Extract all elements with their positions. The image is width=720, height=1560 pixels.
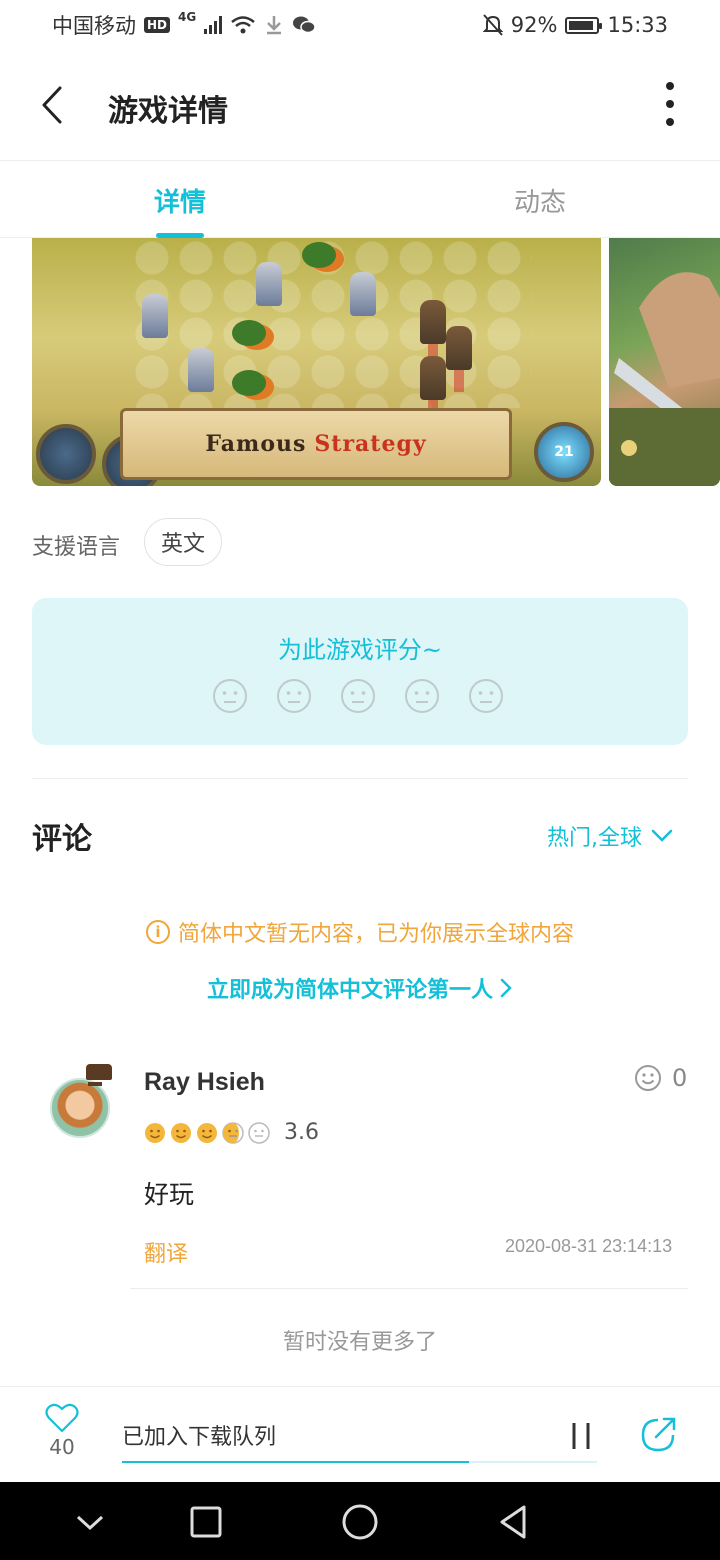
turn-counter-badge: 21 bbox=[534, 422, 594, 482]
hd-badge: HD bbox=[144, 17, 171, 33]
app-bar: 游戏详情 bbox=[0, 50, 720, 160]
tab-activity[interactable]: 动态 bbox=[440, 161, 640, 239]
favorite-count: 40 bbox=[49, 1435, 75, 1459]
carrier-name: 中国移动 bbox=[52, 14, 136, 38]
rating-face-empty-icon bbox=[248, 1121, 270, 1144]
enemy-unit bbox=[420, 356, 446, 400]
rate-game-title: 为此游戏评分~ bbox=[277, 636, 443, 664]
no-more-text: 暂时没有更多了 bbox=[282, 1330, 437, 1355]
rating-face-full-icon bbox=[145, 1122, 165, 1143]
be-first-commenter-link[interactable]: 立即成为简体中文评论第一人 bbox=[0, 972, 720, 1004]
rate-face-2-icon[interactable] bbox=[276, 678, 312, 714]
comment-like-button[interactable]: 0 bbox=[634, 1064, 687, 1092]
bush bbox=[302, 242, 336, 268]
enemy-unit bbox=[420, 300, 446, 344]
status-left: 中国移动 HD 4G bbox=[52, 10, 316, 40]
rate-face-4-icon[interactable] bbox=[404, 678, 440, 714]
rate-face-1-icon[interactable] bbox=[212, 678, 248, 714]
knight-unit bbox=[256, 262, 282, 306]
chevron-right-icon bbox=[500, 978, 512, 998]
nav-home-icon[interactable] bbox=[340, 1502, 380, 1542]
tab-bar: 详情 动态 bbox=[0, 160, 720, 238]
wifi-icon bbox=[231, 16, 256, 34]
comment-divider bbox=[130, 1288, 688, 1289]
rate-faces bbox=[212, 678, 504, 714]
rate-face-3-icon[interactable] bbox=[340, 678, 376, 714]
clock-time: 15:33 bbox=[607, 13, 668, 37]
pause-icon[interactable] bbox=[566, 1421, 596, 1451]
download-progress-fill bbox=[122, 1461, 469, 1463]
mute-bell-icon bbox=[482, 14, 503, 36]
bush bbox=[232, 370, 266, 396]
language-label: 支援语言 bbox=[32, 535, 121, 560]
info-icon: i bbox=[145, 920, 170, 944]
language-chip: 英文 bbox=[144, 518, 223, 566]
tab-details[interactable]: 详情 bbox=[80, 161, 280, 239]
nav-collapse-icon[interactable] bbox=[70, 1502, 110, 1542]
nav-recents-icon[interactable] bbox=[186, 1502, 226, 1542]
status-right: 92% 15:33 bbox=[482, 13, 668, 37]
status-bar: 中国移动 HD 4G 92% 15:33 bbox=[0, 0, 720, 50]
rate-game-card: 为此游戏评分~ bbox=[32, 598, 688, 745]
enemy-unit bbox=[446, 326, 472, 370]
rating-face-full-icon bbox=[171, 1122, 191, 1143]
smile-icon bbox=[635, 1065, 661, 1091]
banner-word-famous: Famous bbox=[205, 431, 307, 457]
avatar-image bbox=[50, 1078, 110, 1138]
more-vertical-icon[interactable] bbox=[654, 78, 686, 130]
share-icon[interactable] bbox=[638, 1415, 678, 1455]
wechat-icon bbox=[293, 16, 316, 34]
comments-filter-dropdown[interactable]: 热门,全球 bbox=[547, 820, 674, 852]
download-status-text: 已加入下载队列 bbox=[122, 1425, 277, 1450]
rating-face-full-icon bbox=[197, 1122, 217, 1143]
comment-text: 好玩 bbox=[144, 1180, 195, 1209]
comment-author[interactable]: Ray Hsieh bbox=[144, 1068, 265, 1097]
avatar-hat bbox=[86, 1064, 112, 1080]
comments-title: 评论 bbox=[32, 822, 92, 857]
first-link-label: 立即成为简体中文评论第一人 bbox=[206, 978, 493, 1003]
battery-icon bbox=[565, 16, 603, 34]
chevron-left-icon[interactable] bbox=[36, 80, 76, 130]
comment-rating-value: 3.6 bbox=[284, 1120, 319, 1145]
knight-unit bbox=[350, 272, 376, 316]
download-icon bbox=[267, 16, 282, 35]
comments-filter-label: 热门,全球 bbox=[547, 826, 642, 851]
battery-percent: 92% bbox=[510, 13, 558, 37]
banner-word-strategy: Strategy bbox=[314, 431, 427, 457]
knight-unit bbox=[188, 348, 214, 392]
bush bbox=[232, 320, 266, 346]
system-nav-bar bbox=[0, 1482, 720, 1560]
bottom-action-bar: 40 已加入下载队列 bbox=[0, 1386, 720, 1482]
network-type: 4G bbox=[178, 10, 197, 24]
knight-unit bbox=[142, 294, 168, 338]
game-screenshot-1[interactable]: Famous Strategy 21 bbox=[32, 238, 601, 486]
notice-text: 简体中文暂无内容，已为你展示全球内容 bbox=[177, 922, 574, 947]
comment-rating: 3.6 bbox=[144, 1120, 319, 1145]
rate-face-5-icon[interactable] bbox=[468, 678, 504, 714]
comment-timestamp: 2020-08-31 23:14:13 bbox=[505, 1236, 673, 1256]
rating-face-partial-icon bbox=[222, 1121, 244, 1144]
section-divider bbox=[32, 778, 688, 779]
screenshot-banner: Famous Strategy bbox=[120, 408, 512, 480]
chevron-down-icon bbox=[651, 829, 673, 842]
comment-like-count: 0 bbox=[672, 1064, 688, 1092]
page-title: 游戏详情 bbox=[108, 94, 228, 129]
bow-skill-icon bbox=[36, 424, 96, 484]
signal-icon bbox=[204, 16, 223, 34]
language-notice: i 简体中文暂无内容，已为你展示全球内容 bbox=[0, 916, 720, 948]
avatar[interactable] bbox=[50, 1064, 112, 1140]
game-screenshot-2[interactable] bbox=[609, 238, 720, 486]
warrior-art bbox=[609, 272, 720, 486]
favorite-button[interactable]: 40 bbox=[40, 1403, 84, 1459]
download-progress-bar bbox=[122, 1461, 597, 1463]
heart-icon bbox=[45, 1403, 79, 1433]
nav-back-icon[interactable] bbox=[494, 1502, 534, 1542]
translate-link[interactable]: 翻译 bbox=[144, 1236, 188, 1268]
